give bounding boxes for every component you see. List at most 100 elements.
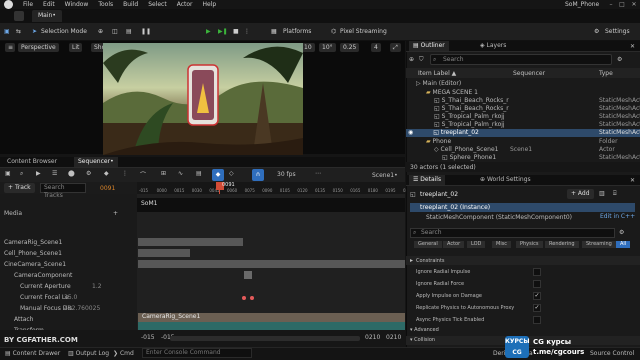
track-value[interactable]: 492.760025 bbox=[64, 303, 100, 314]
range-end-value[interactable]: 0210 bbox=[386, 334, 401, 341]
range-start-value[interactable]: -015 bbox=[141, 334, 155, 341]
key-icon[interactable]: ◆ bbox=[104, 170, 109, 177]
search-tracks-input[interactable]: Search Tracks bbox=[40, 183, 86, 199]
camera-icon[interactable]: ⬤ bbox=[68, 170, 75, 177]
track-row[interactable]: Current Focal Le 35.0 bbox=[0, 292, 135, 303]
curve-editor-icon[interactable]: ∿ bbox=[178, 170, 183, 177]
track-section-bar[interactable] bbox=[138, 238, 243, 246]
key-marker[interactable] bbox=[242, 296, 246, 300]
details-settings-icon[interactable]: ⚙ bbox=[619, 229, 624, 236]
menu-file[interactable]: File bbox=[23, 1, 33, 8]
blueprint-icon[interactable]: ▥ bbox=[599, 190, 605, 197]
grid-snap-value[interactable]: 10 bbox=[301, 43, 315, 52]
actor-list-icon[interactable]: ☰ bbox=[52, 170, 57, 177]
col-item-label[interactable]: Item Label ▲ bbox=[418, 70, 456, 77]
close-icon[interactable]: ✕ bbox=[629, 0, 639, 9]
add-track-button[interactable]: + Track bbox=[4, 183, 35, 193]
details-search-input[interactable]: Search bbox=[410, 228, 615, 238]
platforms-dropdown[interactable]: Platforms bbox=[283, 27, 311, 37]
add-content-icon[interactable]: ⊕ bbox=[98, 27, 103, 37]
save-sequence-icon[interactable]: ▣ bbox=[5, 170, 11, 177]
track-row[interactable]: CameraComponent bbox=[0, 270, 135, 281]
minimize-icon[interactable]: – bbox=[606, 0, 616, 9]
category-lod[interactable]: LOD bbox=[467, 241, 486, 248]
tab-sequencer[interactable]: Sequencer• bbox=[74, 157, 118, 167]
outliner-row[interactable]: ▷ Main (Editor) bbox=[406, 80, 640, 88]
property-checkbox-checked[interactable]: ✓ bbox=[533, 292, 541, 300]
transport-icon[interactable]: ▤ bbox=[196, 170, 202, 177]
settings-icon[interactable]: ⚙ bbox=[594, 27, 599, 37]
options-icon[interactable]: ⚙ bbox=[86, 170, 91, 177]
property-checkbox[interactable] bbox=[533, 316, 541, 324]
property-checkbox-checked[interactable]: ✓ bbox=[533, 304, 541, 312]
menu-edit[interactable]: Edit bbox=[43, 1, 55, 8]
blueprint-icon[interactable]: ◫ bbox=[112, 27, 118, 37]
category-actor[interactable]: Actor bbox=[443, 241, 465, 248]
instance-row-selected[interactable]: treeplant_02 (Instance) bbox=[410, 203, 635, 212]
cinematics-icon[interactable]: ▤ bbox=[126, 27, 132, 37]
category-streaming[interactable]: Streaming bbox=[582, 241, 616, 248]
auto-key-icon[interactable]: ◆ bbox=[212, 169, 224, 181]
step-icon[interactable]: ▶❚ bbox=[218, 27, 228, 37]
selection-mode-icon[interactable]: ➤ bbox=[32, 27, 37, 37]
viewport-maximize-icon[interactable]: ⤢ bbox=[390, 43, 401, 52]
category-rendering[interactable]: Rendering bbox=[545, 241, 579, 248]
perspective-button[interactable]: Perspective bbox=[18, 43, 59, 52]
visibility-eye-icon[interactable]: ◉ bbox=[408, 129, 413, 136]
snap-magnet-icon[interactable]: ∩ bbox=[252, 169, 264, 181]
add-component-button[interactable]: + Add bbox=[567, 189, 594, 199]
track-row[interactable]: Cell_Phone_Scene1 bbox=[0, 248, 135, 259]
track-section-bar[interactable] bbox=[138, 249, 190, 257]
rotation-snap-value[interactable]: 10° bbox=[319, 43, 336, 52]
maximize-icon[interactable]: □ bbox=[617, 0, 627, 9]
track-row[interactable]: CameraRig_Scene1 bbox=[0, 237, 135, 248]
console-command-input[interactable]: Enter Console Command bbox=[142, 348, 252, 358]
edit-in-cpp-link[interactable]: Edit in C++ bbox=[600, 213, 635, 220]
outliner-add-icon[interactable]: ⊕ bbox=[409, 56, 414, 63]
details-close-icon[interactable]: ✕ bbox=[630, 177, 635, 184]
tab-layers[interactable]: ◈ Layers bbox=[476, 41, 510, 51]
collision-toggle[interactable]: ▾ Collision bbox=[410, 337, 435, 343]
source-control-button[interactable]: Source Control bbox=[590, 350, 634, 357]
property-checkbox[interactable] bbox=[533, 280, 541, 288]
track-section-bar[interactable] bbox=[138, 260, 405, 268]
filter-icon[interactable]: ⋮ bbox=[122, 170, 128, 177]
key-marker[interactable] bbox=[250, 296, 254, 300]
outliner-filter-icon[interactable]: ⛉ bbox=[419, 56, 424, 64]
property-checkbox[interactable] bbox=[533, 268, 541, 276]
media-add-icon[interactable]: + bbox=[113, 210, 118, 217]
content-drawer-button[interactable]: ▤ Content Drawer bbox=[5, 350, 60, 357]
output-log-button[interactable]: ▥ Output Log bbox=[68, 350, 109, 357]
stop-icon[interactable]: ■ bbox=[233, 27, 239, 37]
selection-mode-dropdown[interactable]: Selection Mode bbox=[41, 27, 87, 37]
tab-outliner[interactable]: ▤ Outliner bbox=[409, 41, 449, 51]
pixel-streaming-dropdown[interactable]: Pixel Streaming bbox=[340, 27, 387, 37]
category-misc[interactable]: Misc bbox=[492, 241, 512, 248]
attach-bar[interactable]: CameraRig_Scene1 bbox=[138, 313, 405, 322]
unreal-logo-icon[interactable] bbox=[4, 0, 13, 9]
lit-button[interactable]: Lit bbox=[69, 43, 83, 52]
platforms-icon[interactable]: ▦ bbox=[271, 27, 277, 37]
details-actor-name[interactable]: treeplant_02 bbox=[420, 191, 458, 198]
tangent-icon[interactable]: ⌒ bbox=[140, 170, 146, 179]
tab-content-browser[interactable]: Content Browser bbox=[3, 157, 61, 167]
outliner-settings-icon[interactable]: ⚙ bbox=[617, 56, 622, 63]
category-all[interactable]: All bbox=[616, 241, 631, 248]
track-row[interactable]: Manual Focus Dis 492.760025 bbox=[0, 303, 135, 314]
sequence-name[interactable]: Scene1• bbox=[372, 172, 398, 179]
pause-icon[interactable]: ❚❚ bbox=[141, 27, 151, 37]
key-marker[interactable] bbox=[244, 271, 252, 279]
timeline-scrollbar[interactable] bbox=[170, 336, 360, 341]
menu-tools[interactable]: Tools bbox=[98, 1, 113, 8]
cmd-dropdown[interactable]: ❯ Cmd bbox=[113, 350, 134, 357]
track-row[interactable]: CineCamera_Scene1 bbox=[0, 259, 135, 270]
category-general[interactable]: General bbox=[414, 241, 442, 248]
tab-main[interactable]: Main• bbox=[32, 10, 62, 22]
outliner-search-input[interactable]: Search bbox=[430, 54, 612, 65]
section-row[interactable] bbox=[137, 198, 405, 212]
tab-world-settings[interactable]: ⊕ World Settings bbox=[476, 175, 535, 185]
menu-window[interactable]: Window bbox=[65, 1, 89, 8]
track-value[interactable]: 1.2 bbox=[92, 281, 102, 292]
snap-icon[interactable]: ⊞ bbox=[161, 170, 166, 177]
save-icon[interactable] bbox=[14, 11, 24, 21]
